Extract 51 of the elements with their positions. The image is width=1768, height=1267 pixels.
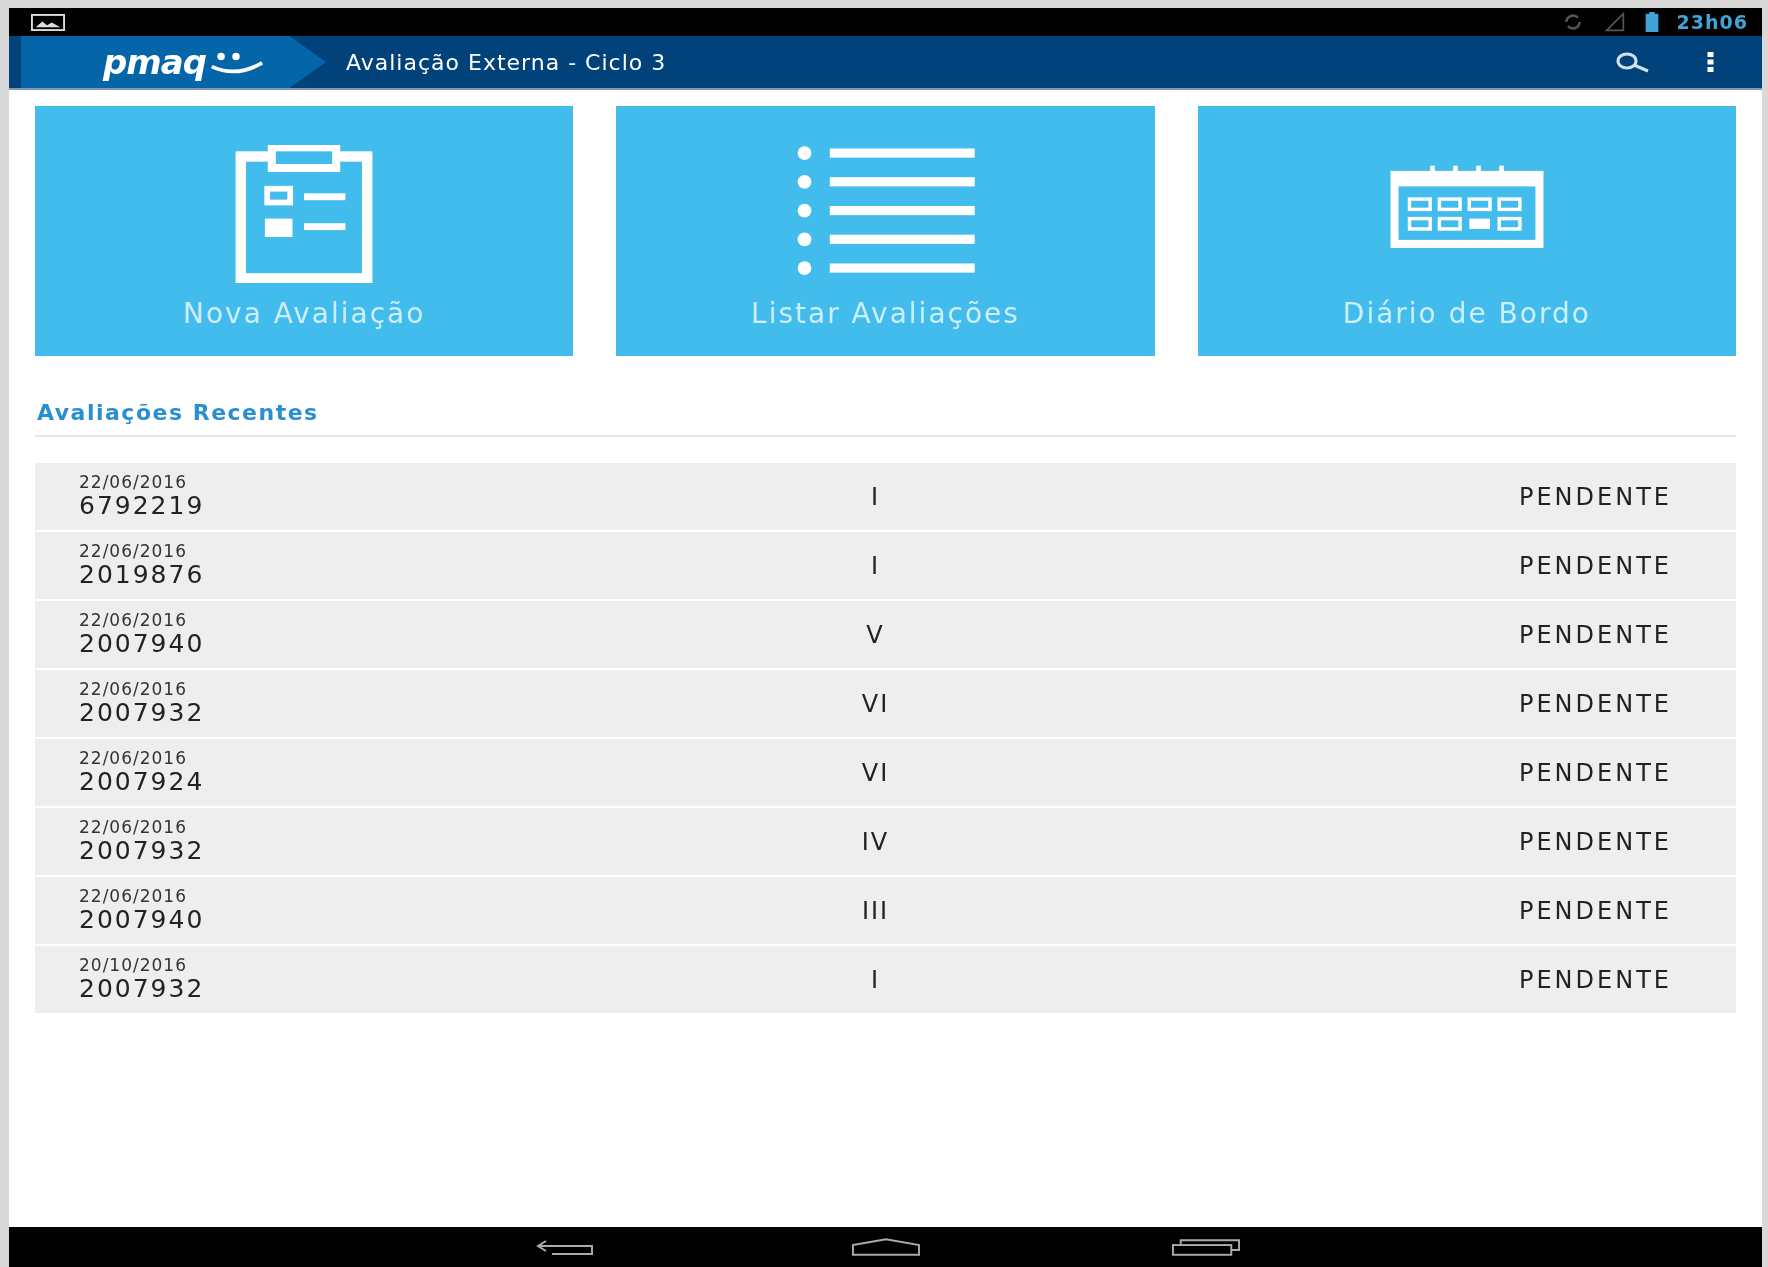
- row-cycle: III: [860, 896, 891, 925]
- row-status: PENDENTE: [1518, 482, 1672, 511]
- evaluation-row[interactable]: 22/06/2016 2007932 VI PENDENTE: [35, 670, 1736, 739]
- row-status: PENDENTE: [1518, 551, 1672, 580]
- evaluation-row[interactable]: 22/06/2016 6792219 I PENDENTE: [35, 463, 1736, 532]
- row-status: PENDENTE: [1518, 620, 1672, 649]
- row-code: 2007924: [79, 768, 206, 796]
- row-cycle: I: [869, 965, 882, 994]
- signal-icon: [1602, 12, 1627, 32]
- row-date: 22/06/2016: [79, 473, 188, 493]
- evaluation-row[interactable]: 22/06/2016 2007932 IV PENDENTE: [35, 808, 1736, 877]
- evaluation-row[interactable]: 22/06/2016 2007940 III PENDENTE: [35, 877, 1736, 946]
- row-status: PENDENTE: [1518, 689, 1672, 718]
- row-date: 22/06/2016: [79, 887, 188, 907]
- row-status: PENDENTE: [1518, 827, 1672, 856]
- home-icon[interactable]: [850, 1237, 921, 1257]
- row-status: PENDENTE: [1518, 896, 1672, 925]
- row-code: 2007932: [79, 837, 206, 865]
- search-icon[interactable]: [1615, 51, 1651, 73]
- row-code: 6792219: [79, 492, 206, 520]
- app-title: Avaliação Externa - Ciclo 3: [346, 49, 667, 75]
- row-cycle: VI: [860, 689, 891, 718]
- row-cycle: I: [869, 551, 882, 580]
- evaluation-row[interactable]: 22/06/2016 2007924 VI PENDENTE: [35, 739, 1736, 808]
- row-code: 2007932: [79, 975, 206, 1003]
- row-status: PENDENTE: [1518, 965, 1672, 994]
- row-date: 22/06/2016: [79, 749, 188, 769]
- evaluation-row[interactable]: 22/06/2016 2007940 V PENDENTE: [35, 601, 1736, 670]
- evaluation-row[interactable]: 22/06/2016 2019876 I PENDENTE: [35, 532, 1736, 601]
- battery-icon: [1644, 12, 1659, 32]
- row-date: 22/06/2016: [79, 818, 188, 838]
- row-cycle: IV: [860, 827, 891, 856]
- row-cycle: VI: [860, 758, 891, 787]
- row-date: 22/06/2016: [79, 611, 188, 631]
- row-date: 20/10/2016: [79, 956, 188, 976]
- row-code: 2007940: [79, 630, 206, 658]
- row-date: 22/06/2016: [79, 542, 188, 562]
- row-code: 2007932: [79, 699, 206, 727]
- row-cycle: I: [869, 482, 882, 511]
- picture-notification-icon: [31, 13, 65, 31]
- clock-time: 23h06: [1676, 11, 1748, 33]
- row-date: 22/06/2016: [79, 680, 188, 700]
- row-code: 2007940: [79, 906, 206, 934]
- row-status: PENDENTE: [1518, 758, 1672, 787]
- app-logo[interactable]: pmaq: [21, 36, 326, 88]
- row-cycle: V: [865, 620, 886, 649]
- section-title: Avaliações Recentes: [35, 400, 1736, 437]
- overflow-menu-icon[interactable]: [1707, 52, 1714, 72]
- evaluation-row[interactable]: 20/10/2016 2007932 I PENDENTE: [35, 946, 1736, 1015]
- row-code: 2019876: [79, 561, 206, 589]
- recent-apps-icon[interactable]: [1170, 1237, 1241, 1257]
